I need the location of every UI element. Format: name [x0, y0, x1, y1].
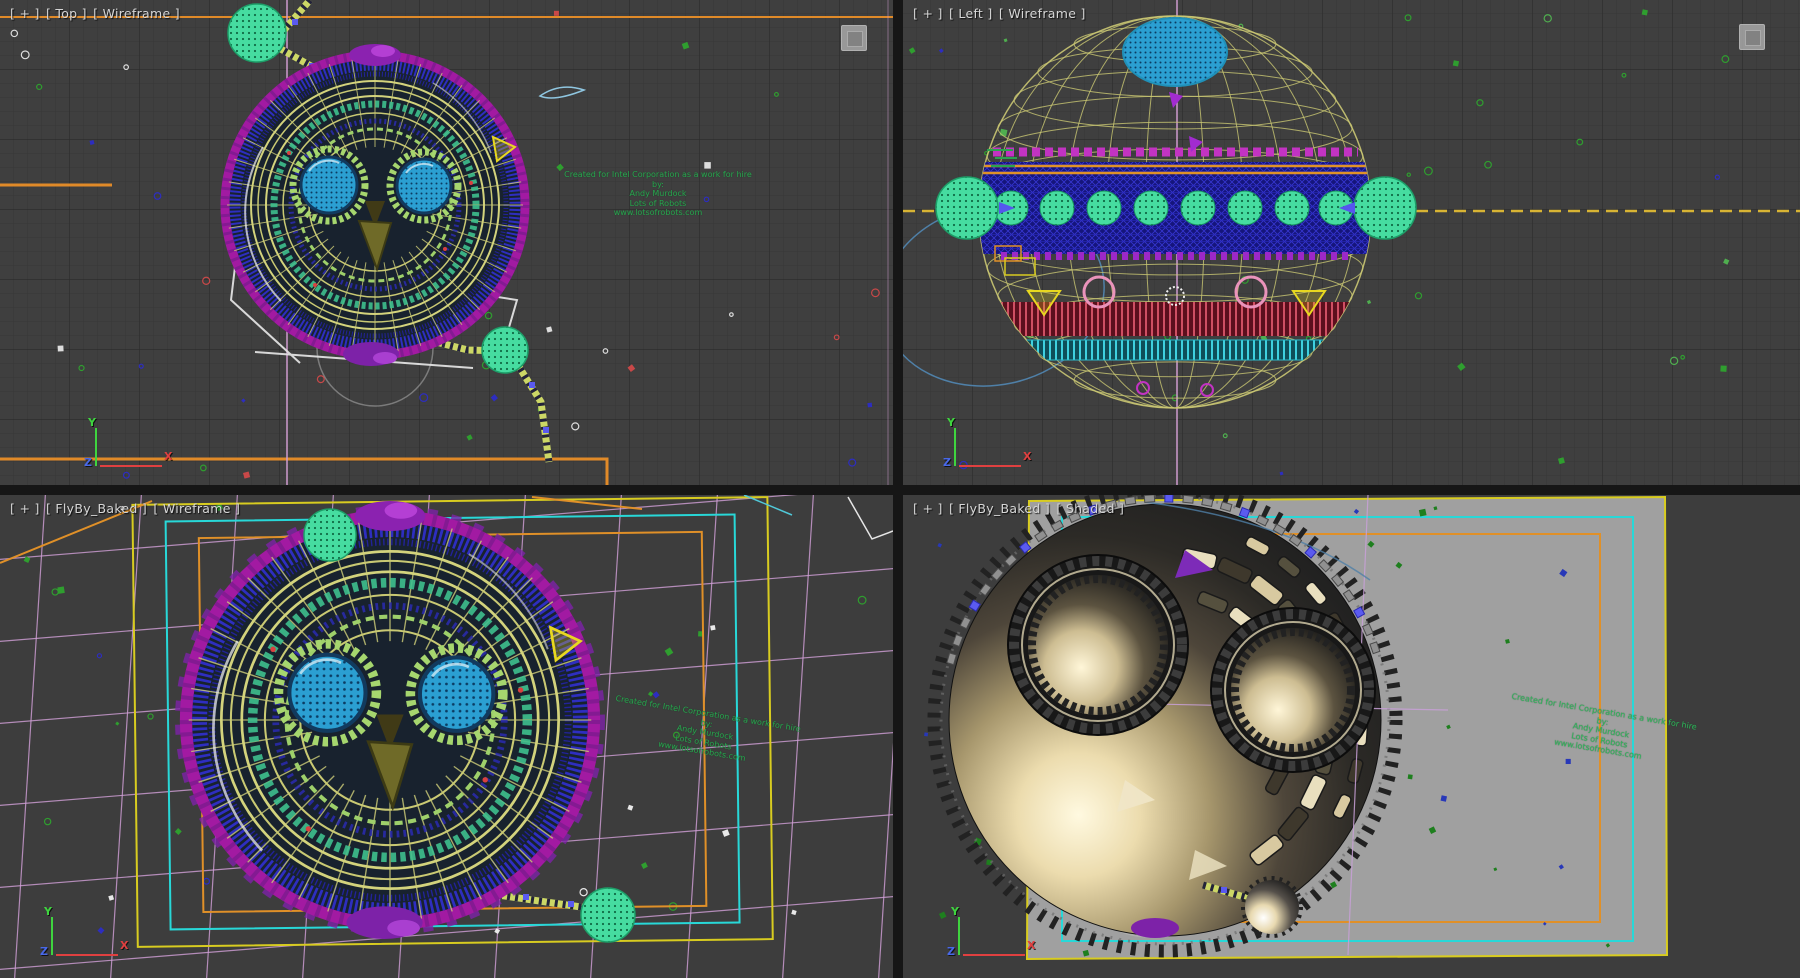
- green-dotted-sphere[interactable]: [936, 177, 998, 239]
- green-dotted-sphere[interactable]: [482, 327, 528, 373]
- viewport-pov-menu[interactable]: [ + ]: [913, 501, 943, 516]
- axis-z-label: Z: [84, 456, 92, 469]
- viewport-top[interactable]: [ + ] [ Top ] [ Wireframe ] Created for …: [0, 0, 893, 485]
- viewport-view-menu[interactable]: [ FlyBy_Baked ]: [949, 501, 1050, 516]
- axis-tripod: Y Z X: [8, 909, 148, 965]
- axis-x-label: X: [1027, 939, 1035, 952]
- cyan-striped-band: [1023, 340, 1327, 360]
- axis-z-label: Z: [40, 945, 48, 958]
- viewcube-placeholder-icon[interactable]: [1739, 24, 1765, 50]
- viewport-view-menu[interactable]: [ Top ]: [46, 6, 87, 21]
- viewport-shading-menu[interactable]: [ Shaded ]: [1056, 501, 1124, 516]
- green-dotted-sphere[interactable]: [1354, 177, 1416, 239]
- viewport-flyby-shaded[interactable]: [ + ] [ FlyBy_Baked ] [ Shaded ] Created…: [903, 495, 1800, 978]
- axis-x-label: X: [1023, 450, 1031, 463]
- teal-dome-cap: [1123, 18, 1227, 86]
- viewport-label-flyby-wireframe: [ + ] [ FlyBy_Baked ] [ Wireframe ]: [10, 501, 242, 516]
- axis-tripod: Y Z X: [915, 909, 1055, 965]
- viewport-label-flyby-shaded: [ + ] [ FlyBy_Baked ] [ Shaded ]: [913, 501, 1126, 516]
- axis-tripod: Y Z X: [52, 420, 192, 476]
- axis-z-label: Z: [947, 945, 955, 958]
- shaded-right-eye: [1211, 608, 1375, 772]
- viewport-canvas-left[interactable]: [903, 0, 1800, 485]
- axis-x-label: X: [164, 450, 172, 463]
- blue-machinery-band: [979, 162, 1371, 254]
- green-dotted-sphere[interactable]: [581, 888, 635, 942]
- axis-tripod: Y Z X: [911, 420, 1051, 476]
- viewport-label-left: [ + ] [ Left ] [ Wireframe ]: [913, 6, 1088, 21]
- viewport-view-menu[interactable]: [ Left ]: [949, 6, 993, 21]
- viewport-view-menu[interactable]: [ FlyBy_Baked ]: [46, 501, 147, 516]
- axis-y-label: Y: [947, 416, 955, 429]
- axis-y-label: Y: [88, 416, 96, 429]
- axis-x-label: X: [120, 939, 128, 952]
- small-shaded-ball[interactable]: [1245, 880, 1299, 934]
- viewcube-placeholder-icon[interactable]: [841, 25, 867, 51]
- viewport-canvas-top[interactable]: [0, 0, 893, 485]
- shaded-left-eye: [1008, 555, 1188, 735]
- viewport-left[interactable]: [ + ] [ Left ] [ Wireframe ] Y Z X: [903, 0, 1800, 485]
- green-dotted-sphere[interactable]: [304, 509, 356, 561]
- green-dotted-sphere[interactable]: [228, 4, 286, 62]
- viewport-shading-menu[interactable]: [ Wireframe ]: [999, 6, 1086, 21]
- viewport-shading-menu[interactable]: [ Wireframe ]: [93, 6, 180, 21]
- axis-y-label: Y: [44, 905, 52, 918]
- viewport-shading-menu[interactable]: [ Wireframe ]: [153, 501, 240, 516]
- axis-z-label: Z: [943, 456, 951, 469]
- maroon-striped-band: [999, 302, 1351, 336]
- viewport-flyby-wireframe[interactable]: [ + ] [ FlyBy_Baked ] [ Wireframe ] Crea…: [0, 495, 893, 978]
- watermark-text: Created for Intel Corporation as a work …: [558, 170, 758, 218]
- max-quad-viewport-workspace: { "colors": { "viewport_background": "#3…: [0, 0, 1800, 978]
- viewport-pov-menu[interactable]: [ + ]: [10, 6, 40, 21]
- viewport-pov-menu[interactable]: [ + ]: [913, 6, 943, 21]
- axis-y-label: Y: [951, 905, 959, 918]
- viewport-label-top: [ + ] [ Top ] [ Wireframe ]: [10, 6, 182, 21]
- viewport-pov-menu[interactable]: [ + ]: [10, 501, 40, 516]
